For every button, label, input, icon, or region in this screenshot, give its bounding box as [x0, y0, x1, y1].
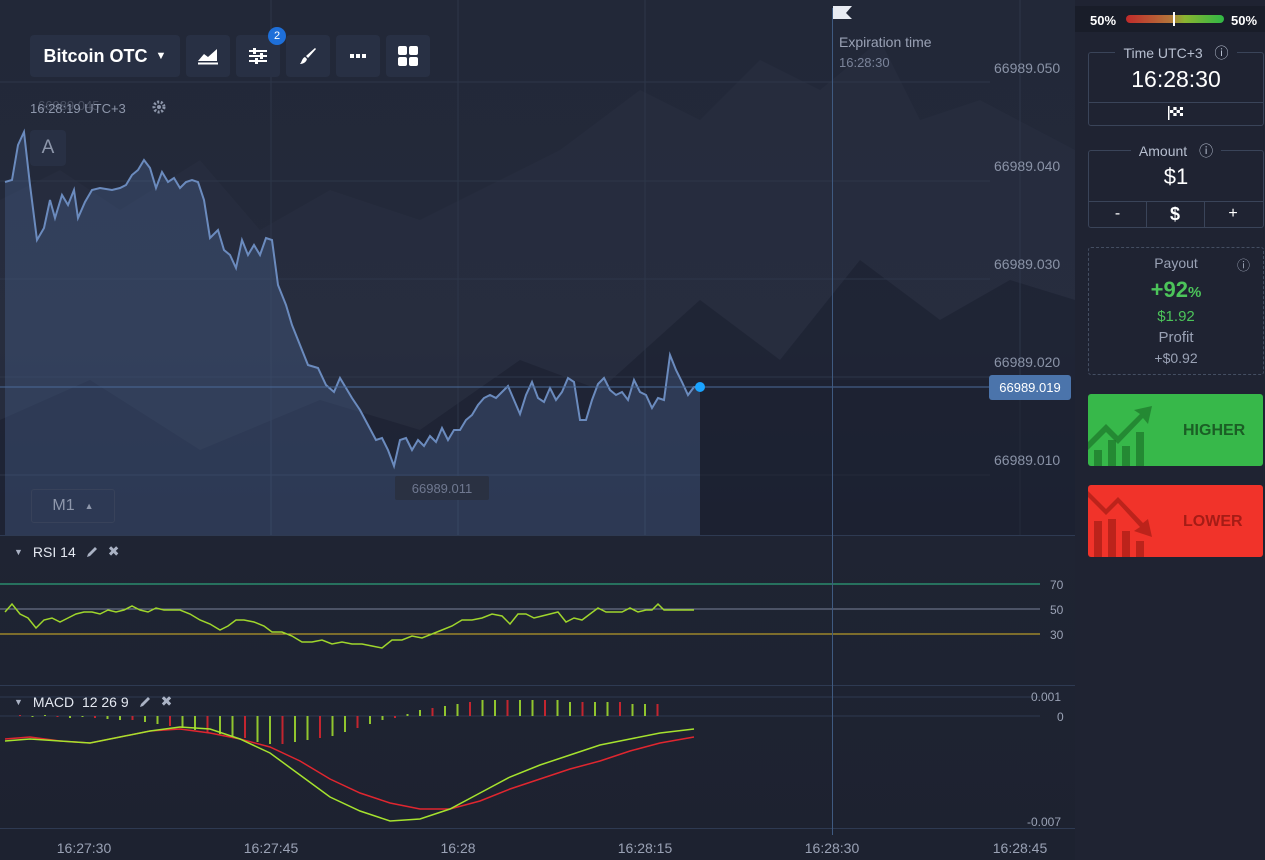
chevron-up-icon: ▲: [84, 501, 94, 511]
macd-axis-label: 0: [1057, 710, 1064, 724]
sentiment-marker: [1173, 12, 1175, 26]
drawing-tools-button[interactable]: [286, 35, 330, 77]
current-price-dot: [695, 382, 705, 392]
current-price-tag: 66989.019: [989, 375, 1071, 400]
timeframe-label: M1: [52, 497, 75, 514]
indicators-button[interactable]: 2: [236, 27, 286, 77]
area-chart-icon: [198, 49, 218, 65]
brush-icon: [300, 48, 316, 64]
macd-header: ▼ MACD 12 26 9 ✖: [14, 693, 172, 710]
chart-type-button[interactable]: [186, 35, 230, 77]
asset-selector-button[interactable]: Bitcoin OTC ▼: [30, 35, 180, 77]
panel-divider[interactable]: [0, 685, 1075, 686]
payout-percent-sign: %: [1187, 284, 1202, 301]
time-axis-tick: 16:28: [440, 840, 476, 856]
currency-button[interactable]: $: [1146, 201, 1204, 227]
lower-label: LOWER: [1183, 513, 1243, 530]
chevron-down-icon: ▼: [155, 50, 167, 62]
lower-button[interactable]: LOWER: [1088, 485, 1263, 557]
price-chart[interactable]: [0, 0, 1075, 540]
timeframe-button[interactable]: M1 ▲: [31, 489, 115, 523]
asset-label: Bitcoin OTC: [43, 45, 148, 66]
macd-params: 12 26 9: [81, 693, 129, 710]
panel-divider[interactable]: [0, 535, 1075, 536]
price-axis-tick: 66989.050: [994, 60, 1061, 76]
rsi-period: 14: [60, 543, 76, 560]
time-axis-tick: 16:28:45: [992, 840, 1048, 856]
layout-button[interactable]: [386, 35, 430, 77]
finish-flag-icon[interactable]: [1167, 106, 1185, 120]
sliders-icon: [249, 48, 267, 64]
expiration-time: 16:28:30: [839, 55, 890, 70]
sentiment-right-pct: 50%: [1231, 13, 1258, 28]
higher-button[interactable]: HIGHER: [1088, 394, 1263, 466]
amount-minus-button[interactable]: -: [1089, 201, 1146, 227]
price-axis-tick: 66989.020: [994, 354, 1061, 370]
sentiment-left-pct: 50%: [1090, 13, 1117, 28]
rsi-title: RSI: [32, 543, 57, 560]
time-field-label: Time UTC+3: [1119, 45, 1207, 61]
chart-up-icon: [1088, 406, 1152, 466]
close-icon[interactable]: ✖: [161, 693, 173, 710]
payout-percent-value: +92: [1150, 277, 1188, 302]
rsi-level-label: 50: [1050, 603, 1064, 617]
time-axis-tick: 16:28:30: [804, 840, 860, 856]
time-axis-tick: 16:27:45: [243, 840, 299, 856]
rsi-chart: [0, 583, 1040, 649]
payout-amount: $1.92: [1157, 308, 1195, 325]
pencil-icon[interactable]: [139, 696, 151, 708]
payout-percent: +92%: [1088, 277, 1264, 303]
profit-label: Profit: [1158, 329, 1194, 346]
help-icon[interactable]: ⓘ: [1195, 143, 1218, 159]
price-area-fill: [5, 132, 700, 535]
chart-area[interactable]: [0, 0, 1075, 860]
time-value[interactable]: 16:28:30: [1088, 66, 1264, 93]
price-axis-tick: 66989.040: [994, 158, 1061, 174]
ellipsis-icon: [350, 54, 366, 58]
indicators-count-badge: 2: [268, 27, 286, 45]
pencil-icon[interactable]: [86, 546, 98, 558]
macd-signal-line: [4, 728, 695, 810]
rsi-level-label: 70: [1050, 578, 1064, 592]
amount-plus-button[interactable]: +: [1204, 201, 1262, 227]
amount-value[interactable]: $1: [1088, 164, 1264, 190]
expiration-label: Expiration time: [839, 34, 932, 50]
panel-divider: [0, 828, 1075, 829]
rsi-level-label: 30: [1050, 628, 1064, 642]
chart-down-icon: [1088, 491, 1152, 557]
help-icon[interactable]: ⓘ: [1210, 45, 1233, 61]
profit-value: +$0.92: [1154, 350, 1198, 366]
expiration-line: [832, 8, 833, 835]
time-axis-tick: 16:28:15: [617, 840, 673, 856]
overlapped-price: 66989.045: [38, 98, 100, 113]
collapse-caret-icon[interactable]: ▼: [14, 697, 23, 707]
price-axis-tick: 66989.030: [994, 256, 1061, 272]
macd-axis-label: -0.007: [1027, 815, 1062, 829]
macd-axis-label: 0.001: [1031, 690, 1062, 704]
gear-icon[interactable]: [152, 100, 166, 114]
chart-clock: 16:28:19 UTC+3 66989.045: [30, 98, 126, 116]
price-axis-tick: 66989.010: [994, 452, 1061, 468]
more-options-button[interactable]: [336, 35, 380, 77]
drawing-mode-button[interactable]: A: [30, 130, 66, 166]
grid-layout-icon: [398, 46, 418, 66]
time-axis-tick: 16:27:30: [56, 840, 112, 856]
macd-line: [4, 726, 695, 822]
time-field-divider: [1089, 102, 1263, 103]
rsi-header: ▼ RSI 14 ✖: [14, 543, 119, 560]
higher-label: HIGHER: [1183, 422, 1246, 439]
collapse-caret-icon[interactable]: ▼: [14, 547, 23, 557]
help-icon[interactable]: ⓘ: [1237, 255, 1250, 274]
macd-title: MACD: [32, 693, 75, 710]
min-price-label: 66989.011: [395, 476, 489, 500]
finish-flag-icon: [833, 6, 852, 19]
sentiment-gradient: [1126, 15, 1224, 23]
amount-field-label: Amount: [1134, 143, 1192, 159]
rsi-line: [4, 602, 694, 649]
close-icon[interactable]: ✖: [108, 543, 120, 560]
